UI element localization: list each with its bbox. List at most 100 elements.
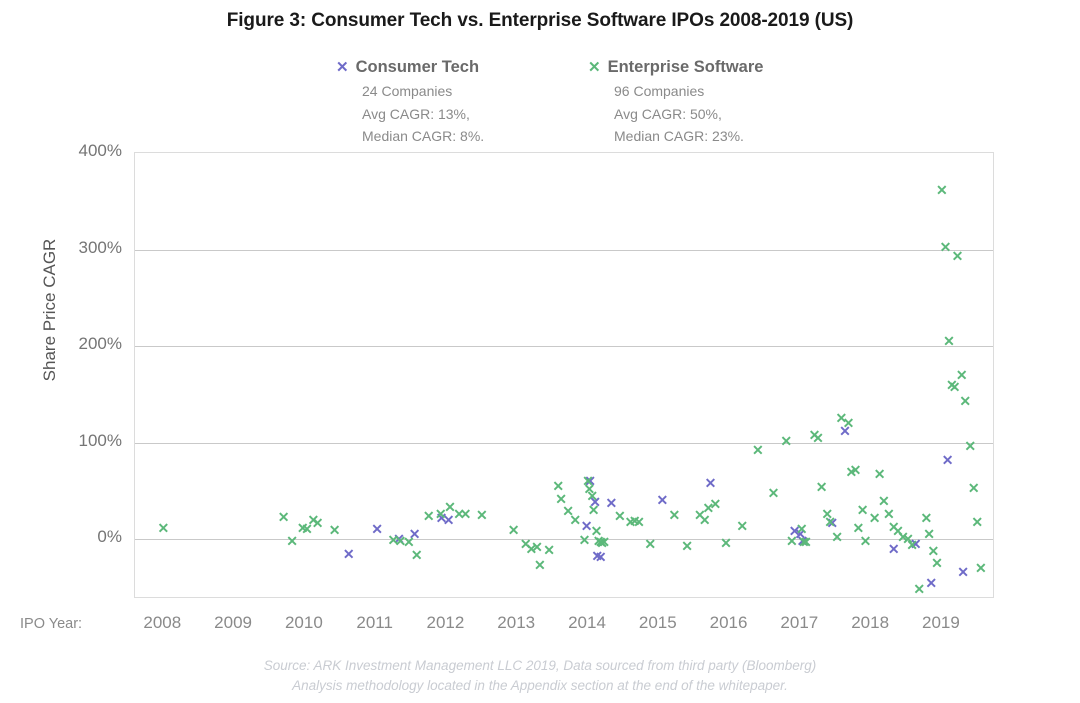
scatter-point: ✕ [533, 557, 546, 574]
x-axis-tick-label: 2017 [780, 613, 819, 632]
legend-stats-enterprise-software: 96 Companies Avg CAGR: 50%, Median CAGR:… [614, 80, 763, 148]
x-axis-tick-label: 2018 [851, 613, 890, 632]
gridline [135, 442, 993, 444]
scatter-point: ✕ [971, 513, 984, 530]
y-axis-title: Share Price CAGR [40, 238, 59, 382]
scatter-point: ✕ [812, 429, 824, 446]
scatter-point: ✕ [644, 535, 657, 552]
x-axis-tick-label: 2011 [356, 613, 393, 632]
x-axis-title: IPO Year: [20, 616, 83, 632]
scatter-point: ✕ [920, 509, 933, 526]
scatter-point: ✕ [923, 526, 936, 543]
scatter-point: ✕ [371, 520, 383, 537]
legend-avg-cagr-consumer-tech: Avg CAGR: 13%, [362, 105, 470, 122]
scatter-point: ✕ [957, 563, 970, 580]
scatter-point: ✕ [800, 534, 812, 551]
scatter-point: ✕ [578, 532, 591, 549]
gridline [135, 346, 993, 348]
scatter-point: ✕ [459, 506, 472, 523]
scatter-point: ✕ [475, 507, 488, 523]
gridline [135, 249, 993, 251]
x-axis-tick-label: 2010 [284, 613, 323, 632]
scatter-point: ✕ [906, 536, 919, 553]
x-axis-tick-label: 2019 [921, 613, 960, 632]
scatter-point: ✕ [859, 533, 872, 550]
x-axis-tick-label: 2009 [214, 613, 253, 632]
scatter-point: ✕ [422, 507, 435, 524]
scatter-point: ✕ [594, 548, 607, 565]
scatter-point: ✕ [849, 461, 862, 478]
scatter-point: ✕ [277, 508, 290, 525]
scatter-point: ✕ [964, 438, 977, 455]
scatter-point: ✕ [531, 538, 543, 555]
scatter-point: ✕ [586, 487, 599, 504]
page-title: Figure 3: Consumer Tech vs. Enterprise S… [226, 10, 854, 31]
legend-head-consumer-tech: ✕ Consumer Tech [336, 56, 484, 78]
x-axis-tick-label: 2014 [568, 613, 606, 632]
scatter-point: ✕ [587, 502, 600, 519]
scatter-point: ✕ [868, 509, 881, 526]
y-axis-tick-label: 200% [78, 334, 122, 354]
y-axis-tick-label: 300% [78, 237, 122, 257]
legend-avg-cagr-enterprise-software: Avg CAGR: 50%, [614, 105, 722, 122]
plot-area: ✕ ✕ ✕ ✕ ✕ ✕ ✕ ✕ ✕ ✕ ✕ ✕ ✕ ✕ ✕ ✕ ✕ ✕ ✕ ✕ ✕ ✕ ✕ ✕ ✕ ✕ ✕ ✕ ✕ ✕ ✕ ✕ ✕ ✕ ✕ ✕ ✕ ✕ ✕ ✕… [134, 152, 994, 598]
source-note-line-1: Source: ARK Investment Management LLC 20… [263, 658, 817, 673]
legend-label-enterprise-software: Enterprise Software [607, 57, 764, 76]
y-axis-tick-label: 400% [78, 141, 122, 160]
legend-median-cagr-consumer-tech: Median CAGR: 8%. [362, 128, 485, 145]
scatter-point: ✕ [569, 511, 582, 528]
scatter-point: ✕ [736, 517, 749, 534]
scatter-point: ✕ [939, 238, 952, 255]
scatter-point: ✕ [931, 555, 943, 572]
legend-label-consumer-tech: Consumer Tech [355, 57, 480, 76]
chart-legend: ✕ Consumer Tech 24 Companies Avg CAGR: 1… [336, 56, 856, 148]
x-axis-tick-label: 2013 [497, 613, 536, 632]
scatter-point: ✕ [668, 507, 681, 523]
scatter-point: ✕ [831, 529, 844, 546]
legend-item-consumer-tech: ✕ Consumer Tech 24 Companies Avg CAGR: 1… [336, 56, 484, 148]
scatter-point: ✕ [681, 537, 693, 554]
scatter-point: ✕ [780, 432, 793, 449]
scatter-point: ✕ [967, 479, 980, 496]
source-note-line-2: Analysis methodology located in the Appe… [292, 678, 788, 694]
scatter-point: ✕ [842, 415, 855, 432]
scatter-point: ✕ [157, 519, 170, 536]
scatter-point: ✕ [959, 393, 972, 410]
scatter-point: ✕ [410, 546, 423, 563]
legend-median-cagr-enterprise-software: Median CAGR: 23%. [614, 128, 744, 145]
scatter-point: ✕ [936, 181, 948, 198]
scatter-point: ✕ [286, 533, 298, 550]
legend-item-enterprise-software: ✕ Enterprise Software 96 Companies Avg C… [588, 56, 763, 148]
scatter-point: ✕ [941, 451, 954, 468]
source-note: Source: ARK Investment Management LLC 20… [0, 656, 1080, 697]
scatter-point: ✕ [913, 581, 926, 598]
scatter-point: ✕ [925, 574, 938, 591]
legend-stats-consumer-tech: 24 Companies Avg CAGR: 13%, Median CAGR:… [362, 80, 484, 148]
x-axis-tick-label: 2008 [143, 613, 182, 632]
scatter-point: ✕ [598, 534, 611, 551]
scatter-point: ✕ [815, 479, 828, 496]
scatter-point: ✕ [955, 367, 968, 384]
scatter-point: ✕ [633, 513, 645, 530]
scatter-point: ✕ [342, 545, 355, 562]
scatter-point: ✕ [873, 465, 886, 482]
legend-companies-enterprise-software: 96 Companies [614, 83, 705, 99]
x-axis-tick-label: 2012 [426, 613, 465, 632]
scatter-point: ✕ [507, 522, 520, 539]
y-axis-tick-label: 100% [78, 430, 122, 450]
scatter-point: ✕ [856, 502, 869, 519]
scatter-point: ✕ [720, 535, 732, 551]
scatter-point: ✕ [704, 475, 717, 492]
x-axis-tick-label: 2016 [709, 613, 748, 632]
scatter-point: ✕ [328, 522, 341, 539]
legend-companies-consumer-tech: 24 Companies [362, 83, 453, 99]
scatter-point: ✕ [752, 442, 764, 459]
scatter-point: ✕ [543, 541, 555, 558]
scatter-point: ✕ [311, 514, 324, 531]
legend-head-enterprise-software: ✕ Enterprise Software [588, 56, 763, 78]
scatter-point: ✕ [951, 248, 964, 265]
x-axis-tick-label: 2015 [638, 613, 677, 632]
cross-marker-icon: ✕ [588, 58, 601, 76]
scatter-point: ✕ [824, 513, 836, 530]
scatter-point: ✕ [656, 491, 669, 508]
